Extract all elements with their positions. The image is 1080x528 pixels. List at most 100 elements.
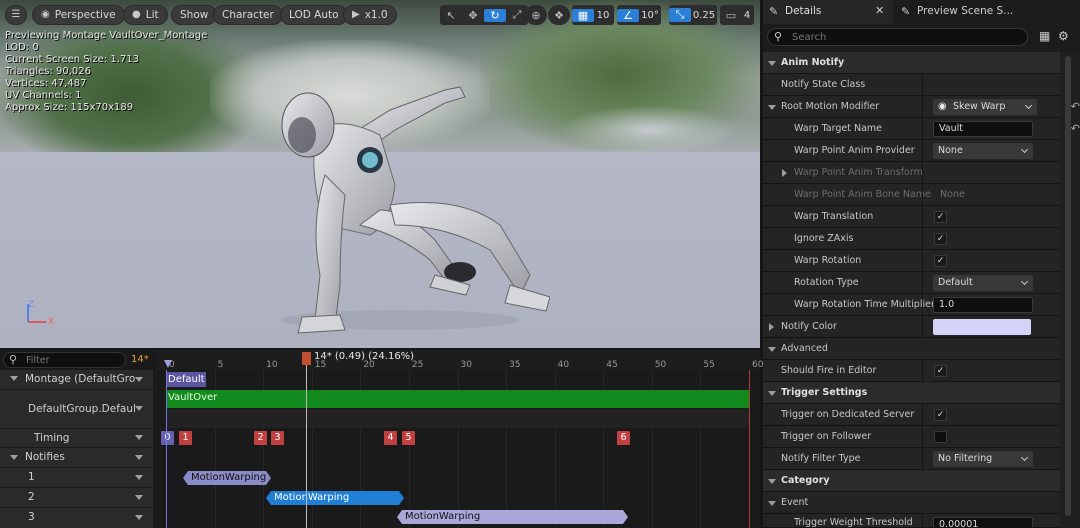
expand-icon: [768, 347, 776, 352]
warp-rotation-checkbox[interactable]: [934, 255, 947, 267]
chevron-down-icon: [1024, 101, 1033, 110]
chevron-down-icon: [1020, 277, 1029, 286]
playhead-handle[interactable]: [302, 352, 311, 365]
notify-color-swatch[interactable]: [933, 319, 1031, 335]
row-advanced[interactable]: Advanced: [763, 338, 1060, 360]
property-label: Trigger on Dedicated Server: [781, 409, 915, 420]
search-icon: ⚲: [9, 353, 18, 366]
rotate-tool-icon[interactable]: ↻: [484, 8, 506, 22]
details-search-input[interactable]: ⚲ Search: [767, 28, 1028, 46]
grid-snap[interactable]: ▦ 10: [572, 5, 614, 25]
property-label: Trigger on Follower: [781, 431, 872, 442]
lit-button[interactable]: ● Lit: [123, 5, 168, 25]
pencil-icon: ✎: [901, 5, 911, 18]
notify-filter-dropdown[interactable]: No Filtering: [933, 451, 1033, 467]
track-timing[interactable]: Timing: [0, 429, 153, 447]
timeline-ruler[interactable]: [156, 350, 760, 370]
stats-preview-line: Previewing Montage VaultOver_Montage: [5, 30, 208, 41]
track-montage[interactable]: Montage (DefaultGro: [0, 370, 153, 389]
show-button[interactable]: Show: [171, 5, 218, 25]
category-category[interactable]: Category: [763, 470, 1060, 492]
scale-snap[interactable]: ⤡ 0.25: [669, 5, 717, 25]
transform-tools: ↖ ✥ ↻ ⤢: [440, 5, 528, 25]
stats-triangles: Triangles: 90,026: [5, 66, 92, 77]
timeline-filter-input[interactable]: ⚲ Filter: [3, 352, 126, 368]
should-fire-checkbox[interactable]: [934, 365, 947, 377]
slot-lane: [166, 409, 750, 428]
start-line: [166, 370, 167, 528]
timing-marker[interactable]: 4: [384, 431, 397, 445]
track-notify-3[interactable]: 3: [0, 508, 153, 528]
show-label: Show: [180, 9, 209, 21]
property-label: Root Motion Modifier: [781, 101, 880, 112]
preview-viewport[interactable]: ☰ ◉ Perspective ● Lit Show Character LOD…: [0, 0, 760, 348]
row-event[interactable]: Event: [763, 492, 1060, 514]
reset-icon[interactable]: ↶: [1071, 122, 1080, 135]
world-local-toggle[interactable]: ⊕: [525, 5, 547, 25]
timing-marker[interactable]: 0: [161, 431, 174, 445]
reset-icon[interactable]: ↶: [1071, 100, 1080, 113]
playback-speed-button[interactable]: ▶ x1.0: [343, 5, 397, 25]
warp-target-input[interactable]: Vault: [933, 121, 1033, 137]
notify-motion-warping-3[interactable]: MotionWarping: [397, 510, 628, 524]
timing-marker[interactable]: 3: [271, 431, 284, 445]
category-trigger-settings[interactable]: Trigger Settings: [763, 382, 1060, 404]
row-notify-color: Notify Color: [763, 316, 1060, 338]
rotation-snap[interactable]: ∠ 10°: [617, 5, 661, 25]
track-notify-1[interactable]: 1: [0, 468, 153, 487]
gear-icon[interactable]: ⚙: [1058, 29, 1069, 43]
timing-marker[interactable]: 6: [617, 431, 630, 445]
montage-slot-segment[interactable]: VaultOver: [166, 390, 750, 408]
row-notify-filter-type: Notify Filter Type No Filtering: [763, 448, 1060, 470]
timing-marker[interactable]: 5: [402, 431, 415, 445]
lod-button[interactable]: LOD Auto: [280, 5, 348, 25]
tab-preview-scene[interactable]: ✎ Preview Scene S...: [895, 0, 1080, 24]
chevron-down-icon: [1020, 453, 1029, 462]
timing-marker[interactable]: 2: [254, 431, 267, 445]
property-label: Advanced: [781, 343, 828, 354]
property-label: Warp Rotation: [794, 255, 862, 266]
notify-motion-warping-2[interactable]: MotionWarping: [266, 491, 404, 505]
select-tool-icon[interactable]: ↖: [440, 9, 462, 22]
warp-rotation-time-input[interactable]: 1.0: [933, 297, 1033, 313]
warp-translation-checkbox[interactable]: [934, 211, 947, 223]
perspective-button[interactable]: ◉ Perspective: [32, 5, 125, 25]
expand-icon[interactable]: [782, 169, 787, 177]
ignore-zaxis-checkbox[interactable]: [934, 233, 947, 245]
camera-speed[interactable]: ▭ 4: [720, 5, 754, 25]
property-label: Event: [781, 497, 809, 508]
viewport-menu-button[interactable]: ☰: [5, 5, 27, 25]
expand-icon[interactable]: [768, 105, 776, 110]
playhead-line: [306, 362, 307, 528]
close-icon[interactable]: ✕: [875, 4, 884, 17]
timing-marker[interactable]: 1: [179, 431, 192, 445]
trigger-dedicated-checkbox[interactable]: [934, 409, 947, 421]
viewport-stats: Previewing Montage VaultOver_Montage LOD…: [5, 30, 207, 114]
track-notifies[interactable]: Notifies: [0, 448, 153, 467]
scale-snap-value: 0.25: [692, 9, 716, 21]
notify-motion-warping-1[interactable]: MotionWarping: [183, 471, 271, 485]
tab-details[interactable]: ✎ Details ✕: [763, 0, 893, 24]
warp-point-provider-dropdown[interactable]: None: [933, 143, 1033, 159]
collapse-icon: [10, 376, 18, 381]
root-motion-modifier-dropdown[interactable]: ◉ Skew Warp: [933, 99, 1037, 115]
montage-section-default[interactable]: Default: [166, 372, 206, 387]
row-warp-translation: Warp Translation: [763, 206, 1060, 228]
expand-icon[interactable]: [769, 323, 774, 331]
category-anim-notify[interactable]: Anim Notify: [763, 52, 1060, 74]
rotation-type-dropdown[interactable]: Default: [933, 275, 1033, 291]
row-warp-target-name: Warp Target Name Vault ↶: [763, 118, 1080, 140]
table-view-icon[interactable]: ▦: [1039, 29, 1050, 43]
character-button[interactable]: Character: [213, 5, 283, 25]
track-group-label: DefaultGroup.Defaul: [28, 403, 136, 415]
surface-snap-toggle[interactable]: ❖: [548, 5, 570, 25]
track-default-group[interactable]: DefaultGroup.Defaul: [0, 390, 153, 428]
start-marker-icon[interactable]: [164, 360, 172, 368]
axis-z-label: Z: [28, 300, 35, 310]
translate-tool-icon[interactable]: ✥: [462, 9, 484, 22]
trigger-weight-input[interactable]: 0.00001: [933, 517, 1033, 527]
track-notify-2[interactable]: 2: [0, 488, 153, 507]
tick-label: 10: [266, 360, 278, 370]
trigger-follower-checkbox[interactable]: [934, 431, 947, 443]
dropdown-value: None: [938, 145, 963, 156]
